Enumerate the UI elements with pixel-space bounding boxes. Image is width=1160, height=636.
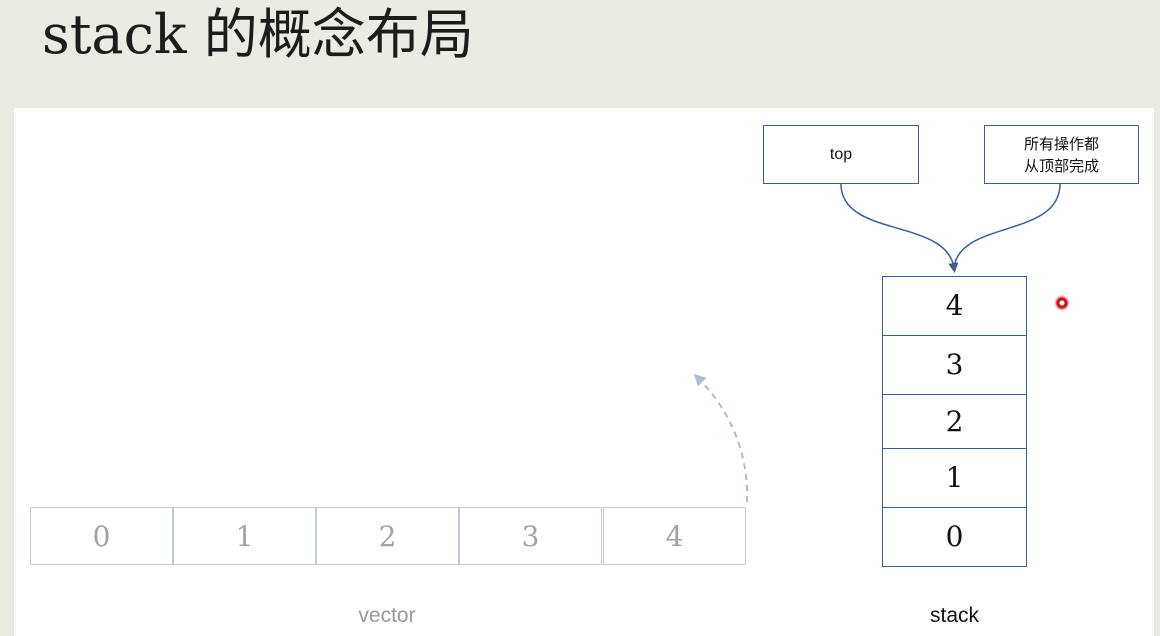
note-line: 从顶部完成 — [1023, 156, 1099, 175]
note-callout: 所有操作都 从顶部完成 — [984, 125, 1139, 184]
slide-title-cjk: 的概念布局 — [186, 3, 474, 66]
slide-title-latin: stack — [42, 3, 187, 66]
stack-cell: 2 — [882, 394, 1027, 449]
top-callout-label: top — [829, 145, 853, 163]
top-connector — [840, 183, 959, 273]
vector-cell: 3 — [459, 507, 602, 565]
vector-cell: 4 — [603, 507, 746, 565]
stack-cell: 3 — [882, 335, 1027, 395]
diagram-canvas: 0 1 2 3 4 vector 4 3 2 1 0 stack top 所有操… — [14, 108, 1154, 636]
stack-cell: 4 — [882, 276, 1027, 336]
vector-cell: 0 — [30, 507, 173, 565]
stack-cell: 0 — [882, 507, 1027, 567]
slide: stack 的概念布局 0 1 2 3 4 vector 4 3 2 1 0 s… — [0, 0, 1160, 636]
note-line: 所有操作都 — [1023, 134, 1099, 153]
vector-cell: 1 — [173, 507, 316, 565]
vector-caption: vector — [358, 604, 416, 627]
note-connector — [953, 183, 1061, 269]
stack-cell: 1 — [882, 448, 1027, 508]
note-callout-text: 所有操作都 从顶部完成 — [1024, 133, 1099, 177]
slide-title: stack 的概念布局 — [42, 4, 474, 66]
stack-caption: stack — [929, 604, 979, 627]
laser-pointer-icon — [1054, 295, 1070, 311]
push-dashed-arrow — [693, 373, 749, 503]
vector-cell: 2 — [316, 507, 459, 565]
top-callout: top — [763, 125, 919, 184]
